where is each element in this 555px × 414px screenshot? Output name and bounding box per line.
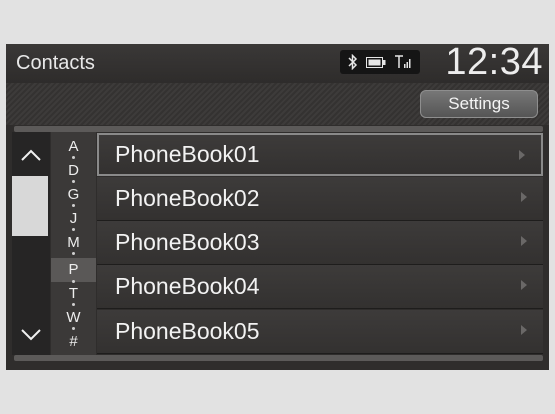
phonebook-label: PhoneBook04 xyxy=(115,273,260,299)
list-bottom-edge xyxy=(14,355,543,361)
alphabet-letter[interactable]: # xyxy=(51,334,96,349)
alphabet-letter-selected[interactable]: P xyxy=(51,262,96,277)
battery-icon xyxy=(366,56,386,68)
alphabet-dot xyxy=(72,303,75,306)
phonebook-list-item[interactable]: PhoneBook05 xyxy=(97,310,543,354)
settings-button[interactable]: Settings xyxy=(420,90,538,118)
clock: 12:34 xyxy=(445,44,543,83)
phonebook-label: PhoneBook02 xyxy=(115,185,260,211)
phonebook-list-item[interactable]: PhoneBook01 xyxy=(97,133,543,176)
chevron-right-icon xyxy=(521,325,527,335)
alphabet-letter[interactable]: G xyxy=(51,187,96,202)
alphabet-dot xyxy=(72,204,75,207)
scroll-down-button[interactable] xyxy=(12,318,50,352)
alphabet-dot xyxy=(72,252,75,255)
chevron-right-icon xyxy=(521,280,527,290)
phonebook-list-item[interactable]: PhoneBook02 xyxy=(97,177,543,221)
phonebook-list-item[interactable]: PhoneBook03 xyxy=(97,221,543,265)
alphabet-letter[interactable]: D xyxy=(51,163,96,178)
alphabet-letter[interactable]: M xyxy=(51,235,96,250)
chevron-right-icon xyxy=(519,150,525,160)
phonebook-label: PhoneBook01 xyxy=(115,141,260,167)
alphabet-letter[interactable]: T xyxy=(51,286,96,301)
alphabet-dot xyxy=(72,228,75,231)
alphabet-dot xyxy=(72,327,75,330)
alphabet-dot xyxy=(72,180,75,183)
alphabet-letter[interactable]: J xyxy=(51,211,96,226)
scroll-up-button[interactable] xyxy=(12,138,50,172)
scrollbar-thumb[interactable] xyxy=(12,176,48,236)
phonebook-label: PhoneBook05 xyxy=(115,318,260,344)
phone-screen: Contacts 12:34 Settings A D G J M P T W … xyxy=(6,44,549,370)
signal-icon xyxy=(395,55,411,68)
phonebook-label: PhoneBook03 xyxy=(115,229,260,255)
chevron-down-icon xyxy=(21,329,41,341)
phonebook-list-item[interactable]: PhoneBook04 xyxy=(97,265,543,309)
alphabet-dot xyxy=(72,280,75,283)
chevron-right-icon xyxy=(521,236,527,246)
alphabet-dot xyxy=(72,156,75,159)
alphabet-letter[interactable]: W xyxy=(51,310,96,325)
alphabet-letter[interactable]: A xyxy=(51,139,96,154)
status-area xyxy=(340,50,420,74)
title-bar: Contacts 12:34 xyxy=(6,44,549,83)
chevron-right-icon xyxy=(521,192,527,202)
chevron-up-icon xyxy=(21,149,41,161)
bluetooth-icon xyxy=(348,54,358,70)
page-title: Contacts xyxy=(16,52,95,74)
